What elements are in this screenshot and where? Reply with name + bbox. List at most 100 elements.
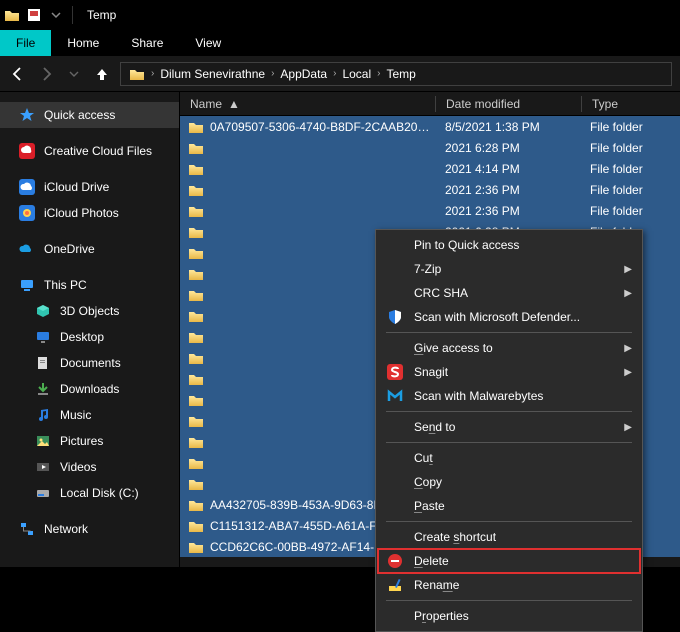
chevron-right-icon[interactable]: ›	[375, 68, 382, 79]
up-button[interactable]	[92, 64, 112, 84]
submenu-arrow-icon: ▶	[624, 422, 632, 433]
sidebar-item-label: Downloads	[60, 382, 119, 396]
titlebar: Temp	[0, 0, 680, 30]
pictures-icon	[34, 432, 52, 450]
table-row[interactable]: 2021 2:36 PMFile folder	[180, 179, 680, 200]
menu-separator	[386, 332, 632, 333]
sidebar-item-downloads[interactable]: Downloads	[0, 376, 179, 402]
creative-cloud-icon	[18, 142, 36, 160]
sidebar: Quick access Creative Cloud Files iCloud…	[0, 92, 180, 567]
blank-icon	[386, 418, 404, 436]
menu-delete[interactable]: Delete	[378, 549, 640, 573]
menu-properties[interactable]: Properties	[378, 604, 640, 628]
sidebar-item-icloud-photos[interactable]: iCloud Photos	[0, 200, 179, 226]
table-row[interactable]: 2021 6:28 PMFile folder	[180, 137, 680, 158]
chevron-right-icon[interactable]: ›	[331, 68, 338, 79]
forward-button[interactable]	[36, 64, 56, 84]
file-date: 2021 2:36 PM	[435, 204, 580, 218]
sidebar-item-3d-objects[interactable]: 3D Objects	[0, 298, 179, 324]
breadcrumb-local[interactable]: Local	[338, 63, 375, 85]
sidebar-item-videos[interactable]: Videos	[0, 454, 179, 480]
file-type: File folder	[580, 162, 680, 176]
menu-separator	[386, 411, 632, 412]
menu-rename[interactable]: Rename	[378, 573, 640, 597]
address-bar[interactable]: › Dilum Senevirathne › AppData › Local ›…	[120, 62, 672, 86]
main: Quick access Creative Cloud Files iCloud…	[0, 92, 680, 567]
sidebar-item-icloud-drive[interactable]: iCloud Drive	[0, 174, 179, 200]
column-name[interactable]: Name▲	[180, 97, 435, 111]
folder-icon	[4, 7, 20, 23]
table-row[interactable]: 2021 2:36 PMFile folder	[180, 200, 680, 221]
chevron-down-icon[interactable]	[48, 7, 64, 23]
breadcrumb-appdata[interactable]: AppData	[276, 63, 331, 85]
tab-view[interactable]: View	[179, 30, 237, 56]
sidebar-item-label: Pictures	[60, 434, 103, 448]
menu-cut[interactable]: Cut	[378, 446, 640, 470]
file-type: File folder	[580, 120, 680, 134]
onedrive-icon	[18, 240, 36, 258]
sidebar-item-label: Music	[60, 408, 91, 422]
file-date: 2021 2:36 PM	[435, 183, 580, 197]
sidebar-item-this-pc[interactable]: This PC	[0, 272, 179, 298]
sidebar-item-desktop[interactable]: Desktop	[0, 324, 179, 350]
menu-separator	[386, 442, 632, 443]
sidebar-item-onedrive[interactable]: OneDrive	[0, 236, 179, 262]
menu-malwarebytes[interactable]: Scan with Malwarebytes	[378, 384, 640, 408]
sidebar-item-pictures[interactable]: Pictures	[0, 428, 179, 454]
sidebar-item-label: Videos	[60, 460, 96, 474]
quick-save-icon[interactable]	[26, 7, 42, 23]
chevron-right-icon[interactable]: ›	[149, 68, 156, 79]
column-headers: Name▲ Date modified Type	[180, 92, 680, 116]
menu-defender-scan[interactable]: Scan with Microsoft Defender...	[378, 305, 640, 329]
sidebar-item-label: Network	[44, 522, 88, 536]
menu-7-zip[interactable]: 7-Zip▶	[378, 257, 640, 281]
file-date: 2021 4:14 PM	[435, 162, 580, 176]
submenu-arrow-icon: ▶	[624, 288, 632, 299]
sidebar-item-label: OneDrive	[44, 242, 95, 256]
sidebar-item-label: This PC	[44, 278, 87, 292]
sidebar-item-network[interactable]: Network	[0, 516, 179, 542]
sidebar-item-label: iCloud Drive	[44, 180, 109, 194]
malwarebytes-icon	[386, 387, 404, 405]
star-icon	[18, 106, 36, 124]
window-title: Temp	[87, 8, 116, 22]
table-row[interactable]: 0A709507-5306-4740-B8DF-2CAAB208D4...8/5…	[180, 116, 680, 137]
breadcrumb-user[interactable]: Dilum Senevirathne	[156, 63, 269, 85]
breadcrumb-root-icon[interactable]	[125, 63, 149, 85]
file-date: 8/5/2021 1:38 PM	[435, 120, 580, 134]
back-button[interactable]	[8, 64, 28, 84]
tab-file[interactable]: File	[0, 30, 51, 56]
submenu-arrow-icon: ▶	[624, 343, 632, 354]
blank-icon	[386, 473, 404, 491]
breadcrumb-temp[interactable]: Temp	[382, 63, 419, 85]
sidebar-item-local-disk[interactable]: Local Disk (C:)	[0, 480, 179, 506]
menu-send-to[interactable]: Send to▶	[378, 415, 640, 439]
menu-pin-quick-access[interactable]: Pin to Quick access	[378, 233, 640, 257]
column-date[interactable]: Date modified	[436, 97, 581, 111]
icloud-photos-icon	[18, 204, 36, 222]
sidebar-item-creative-cloud[interactable]: Creative Cloud Files	[0, 138, 179, 164]
tab-home[interactable]: Home	[51, 30, 115, 56]
menu-crc-sha[interactable]: CRC SHA▶	[378, 281, 640, 305]
music-icon	[34, 406, 52, 424]
menu-give-access[interactable]: Give access to▶	[378, 336, 640, 360]
shield-icon	[386, 308, 404, 326]
sidebar-item-music[interactable]: Music	[0, 402, 179, 428]
menu-copy[interactable]: Copy	[378, 470, 640, 494]
tab-share[interactable]: Share	[115, 30, 179, 56]
sidebar-item-label: Documents	[60, 356, 121, 370]
table-row[interactable]: 2021 4:14 PMFile folder	[180, 158, 680, 179]
chevron-right-icon[interactable]: ›	[269, 68, 276, 79]
menu-paste[interactable]: Paste	[378, 494, 640, 518]
recent-dropdown-icon[interactable]	[64, 64, 84, 84]
sidebar-item-documents[interactable]: Documents	[0, 350, 179, 376]
delete-icon	[386, 552, 404, 570]
column-type[interactable]: Type	[582, 97, 680, 111]
download-icon	[34, 380, 52, 398]
menu-create-shortcut[interactable]: Create shortcut	[378, 525, 640, 549]
menu-snagit[interactable]: Snagit▶	[378, 360, 640, 384]
navbar: › Dilum Senevirathne › AppData › Local ›…	[0, 56, 680, 92]
sidebar-item-quick-access[interactable]: Quick access	[0, 102, 179, 128]
sidebar-item-label: Creative Cloud Files	[44, 144, 152, 158]
blank-icon	[386, 528, 404, 546]
